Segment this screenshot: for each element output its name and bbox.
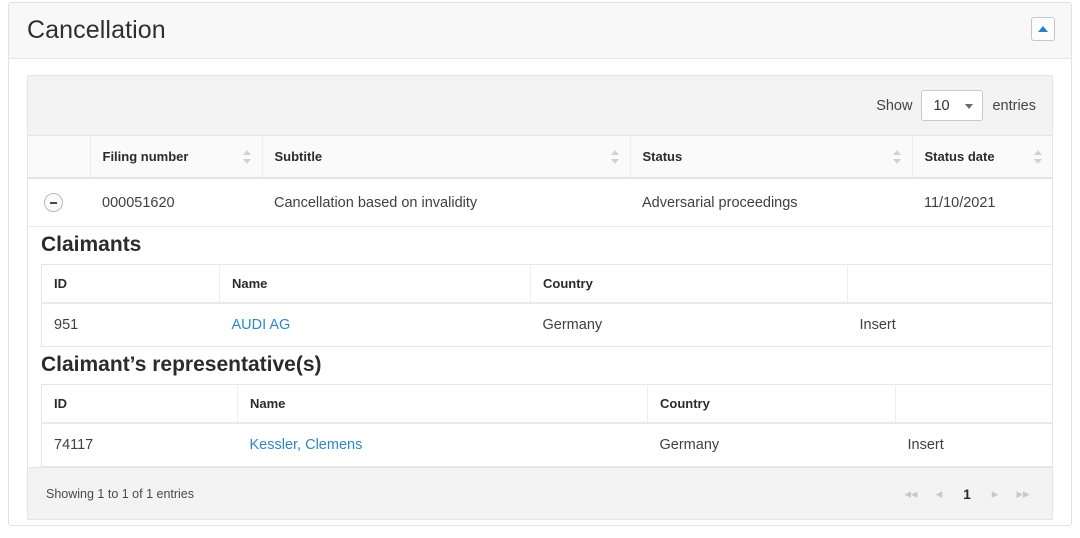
sort-icon[interactable] xyxy=(611,149,620,164)
entries-per-page-value: 10 xyxy=(933,97,950,114)
claimants-column-header-action xyxy=(847,264,1052,305)
pagination-last[interactable]: ▸▸ xyxy=(1010,481,1036,507)
claimant-cell-id: 951 xyxy=(41,303,220,347)
column-header-expand xyxy=(28,136,90,179)
datatable: Show 10 entries Filing number Subtitle S… xyxy=(27,75,1053,521)
show-label: Show xyxy=(876,97,913,114)
table-row: 74117 Kessler, Clemens Germany Insert xyxy=(41,423,1052,467)
entries-per-page-select[interactable]: 10 xyxy=(921,90,984,121)
page-title: Cancellation xyxy=(27,16,166,44)
representatives-column-header-name: Name xyxy=(237,384,648,425)
sort-icon[interactable] xyxy=(243,149,252,164)
representatives-table-body: 74117 Kessler, Clemens Germany Insert xyxy=(41,423,1052,467)
representative-name-link[interactable]: Kessler, Clemens xyxy=(250,437,363,453)
entries-label: entries xyxy=(992,97,1036,114)
representative-cell-action[interactable]: Insert xyxy=(895,423,1052,467)
claimants-heading: Claimants xyxy=(41,233,142,256)
representative-cell-id: 74117 xyxy=(41,423,238,467)
column-header-filing-number[interactable]: Filing number xyxy=(89,136,262,179)
representatives-heading: Claimant’s representative(s) xyxy=(41,353,322,377)
cell-status: Adversarial proceedings xyxy=(630,178,912,227)
table-header-row: Filing number Subtitle Status Status dat… xyxy=(28,136,1052,179)
claimant-name-link[interactable]: AUDI AG xyxy=(232,317,291,333)
pagination-next[interactable]: ▸ xyxy=(982,481,1008,507)
chevron-down-icon xyxy=(965,103,974,109)
cell-status-date: 11/10/2021 xyxy=(912,178,1052,227)
page-root: Cancellation Show 10 entries Filing numb… xyxy=(0,0,1080,538)
length-menu: Show 10 entries xyxy=(876,90,1036,121)
representatives-table-head: ID Name Country xyxy=(41,384,1052,425)
claimants-table: ID Name Country 951 AUDI AG Germany Inse… xyxy=(41,264,1052,348)
representatives-column-header-id: ID xyxy=(41,384,238,425)
minus-circle-icon[interactable] xyxy=(44,193,63,212)
claimants-header-row: ID Name Country xyxy=(41,264,1052,305)
claimants-column-header-id: ID xyxy=(41,264,220,305)
cell-subtitle: Cancellation based on invalidity xyxy=(262,178,630,227)
panel-collapse-button[interactable] xyxy=(1031,17,1055,41)
pagination-first[interactable]: ◂◂ xyxy=(898,481,924,507)
sort-icon[interactable] xyxy=(893,149,902,164)
claimants-column-header-country: Country xyxy=(530,264,848,305)
caret-up-icon xyxy=(1038,26,1048,32)
representatives-table: ID Name Country 74117 Kessler, Clemens G… xyxy=(41,384,1052,468)
pagination: ◂◂ ◂ 1 ▸ ▸▸ xyxy=(898,481,1036,507)
cancellation-table: Filing number Subtitle Status Status dat… xyxy=(28,136,1052,227)
table-row: 951 AUDI AG Germany Insert xyxy=(41,303,1052,347)
pagination-previous[interactable]: ◂ xyxy=(926,481,952,507)
claimant-cell-action[interactable]: Insert xyxy=(847,303,1052,347)
claimant-cell-name: AUDI AG xyxy=(219,303,531,347)
column-header-status[interactable]: Status xyxy=(629,136,912,179)
claimants-column-header-name: Name xyxy=(219,264,531,305)
table-head: Filing number Subtitle Status Status dat… xyxy=(28,136,1052,179)
claimants-table-head: ID Name Country xyxy=(41,264,1052,305)
row-toggle-cell xyxy=(28,178,90,227)
representatives-column-header-country: Country xyxy=(647,384,896,425)
datatable-footer: Showing 1 to 1 of 1 entries ◂◂ ◂ 1 ▸ ▸▸ xyxy=(28,467,1052,520)
datatable-toolbar: Show 10 entries xyxy=(28,76,1052,136)
pagination-page-1[interactable]: 1 xyxy=(954,481,980,507)
representative-cell-country: Germany xyxy=(647,423,896,467)
representatives-column-header-action xyxy=(895,384,1052,425)
claimant-cell-country: Germany xyxy=(530,303,848,347)
claimants-section: Claimants ID Name Country 951 AUDI AG Ge… xyxy=(28,227,1052,348)
representatives-header-row: ID Name Country xyxy=(41,384,1052,425)
claimants-table-body: 951 AUDI AG Germany Insert xyxy=(41,303,1052,347)
panel-header: Cancellation xyxy=(9,3,1071,59)
entries-info: Showing 1 to 1 of 1 entries xyxy=(46,486,195,501)
sort-icon[interactable] xyxy=(1033,149,1042,164)
cell-filing-number: 000051620 xyxy=(90,178,262,227)
column-header-status-date[interactable]: Status date xyxy=(911,136,1052,179)
representatives-section: Claimant’s representative(s) ID Name Cou… xyxy=(28,347,1052,468)
representative-cell-name: Kessler, Clemens xyxy=(237,423,648,467)
table-body: 000051620 Cancellation based on invalidi… xyxy=(28,178,1052,227)
column-header-subtitle[interactable]: Subtitle xyxy=(261,136,630,179)
cancellation-panel: Cancellation Show 10 entries Filing numb… xyxy=(8,2,1072,526)
table-row: 000051620 Cancellation based on invalidi… xyxy=(28,178,1052,227)
panel-body: Show 10 entries Filing number Subtitle S… xyxy=(9,59,1071,521)
